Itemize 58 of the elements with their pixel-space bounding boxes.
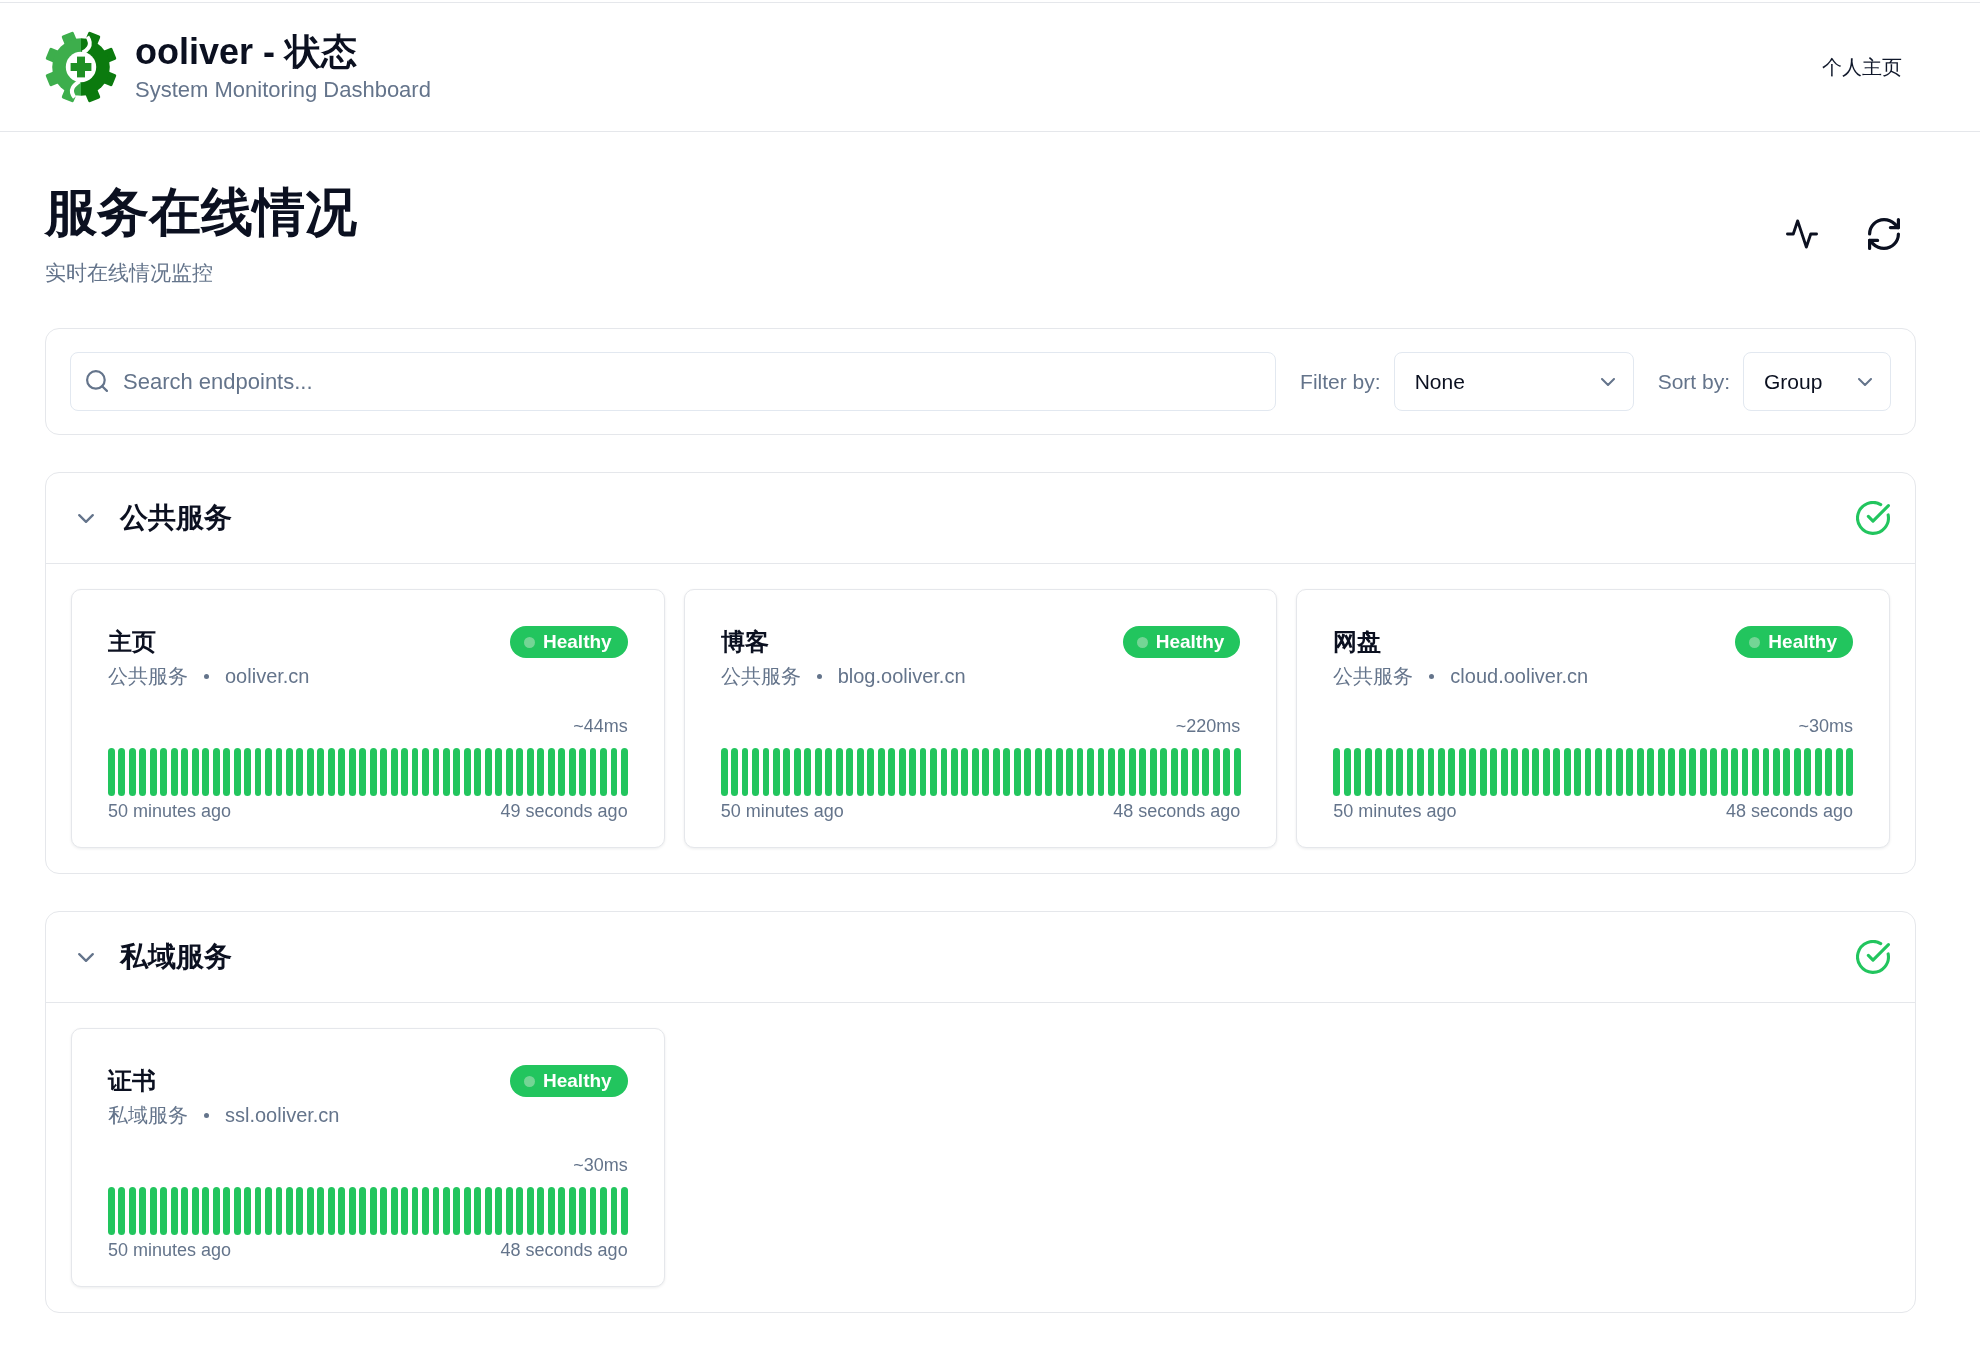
- newest-check-time: 49 seconds ago: [500, 800, 628, 823]
- chevron-down-icon: [1600, 377, 1615, 386]
- status-dot-icon: [524, 636, 535, 648]
- endpoint-group: 公共服务: [108, 662, 188, 690]
- oldest-check-time: 50 minutes ago: [108, 800, 232, 823]
- newest-check-time: 48 seconds ago: [1113, 800, 1241, 823]
- chevron-down-icon: [1858, 377, 1872, 386]
- newest-check-time: 48 seconds ago: [500, 1239, 628, 1262]
- endpoint-host: cloud.ooliver.cn: [1450, 664, 1589, 689]
- endpoint-group: 公共服务: [1333, 662, 1414, 690]
- bullet-separator-icon: [204, 1112, 209, 1118]
- endpoint-host: blog.ooliver.cn: [837, 664, 966, 689]
- search-field[interactable]: Search endpoints...: [70, 352, 1277, 411]
- endpoint-name: 博客: [720, 627, 770, 657]
- response-time: ~220ms: [1175, 715, 1241, 738]
- page-title: 服务在线情况: [45, 182, 357, 243]
- response-time: ~30ms: [573, 1154, 628, 1177]
- status-badge: Healthy: [510, 626, 628, 658]
- endpoint-name: 主页: [108, 627, 157, 657]
- endpoint-group: 公共服务: [720, 662, 801, 690]
- status-dot-icon: [1136, 636, 1148, 648]
- filter-label: Filter by:: [1300, 369, 1381, 394]
- endpoint-host: ssl.ooliver.cn: [225, 1103, 340, 1128]
- status-dot-icon: [1749, 636, 1761, 648]
- endpoint-host: ooliver.cn: [225, 664, 310, 689]
- refresh-icon[interactable]: [1868, 218, 1900, 250]
- profile-link[interactable]: 个人主页: [1822, 53, 1902, 81]
- response-time: ~44ms: [573, 715, 628, 738]
- status-badge: Healthy: [1735, 626, 1853, 658]
- group-title: 公共服务: [120, 501, 232, 535]
- group-title: 私域服务: [120, 940, 232, 974]
- oldest-check-time: 50 minutes ago: [108, 1239, 232, 1262]
- endpoint-card[interactable]: 博客 公共服务 blog.ooliver.cn Healthy ~220ms 50 minutes ago 48 seconds ago: [683, 589, 1278, 848]
- bullet-separator-icon: [1429, 673, 1435, 679]
- status-badge: Healthy: [510, 1065, 628, 1097]
- site-subtitle: System Monitoring Dashboard: [135, 75, 431, 104]
- status-dot-icon: [524, 1075, 535, 1087]
- status-badge: Healthy: [1122, 626, 1241, 658]
- endpoint-name: 网盘: [1333, 627, 1383, 657]
- bullet-separator-icon: [816, 673, 822, 679]
- search-icon: [86, 370, 108, 392]
- site-title: ooliver - 状态: [135, 30, 359, 73]
- newest-check-time: 48 seconds ago: [1725, 800, 1853, 823]
- sort-label: Sort by:: [1657, 369, 1730, 394]
- response-time: ~30ms: [1798, 715, 1853, 738]
- oldest-check-time: 50 minutes ago: [720, 800, 844, 823]
- pulse-line-icon[interactable]: [1786, 218, 1818, 250]
- gear-cross-logo-icon: [45, 31, 117, 103]
- oldest-check-time: 50 minutes ago: [1333, 800, 1457, 823]
- sort-select[interactable]: Group: [1743, 352, 1891, 411]
- endpoint-card[interactable]: 证书 私域服务 ssl.ooliver.cn Healthy ~30ms 50 minutes ago 48 seconds ago: [71, 1028, 665, 1287]
- filter-select[interactable]: None: [1393, 352, 1634, 411]
- page-subtitle: 实时在线情况监控: [45, 260, 214, 286]
- endpoint-card[interactable]: 网盘 公共服务 cloud.ooliver.cn Healthy ~30ms 50 minutes ago 48 seconds ago: [1296, 589, 1890, 848]
- endpoint-group: 私域服务: [108, 1101, 188, 1129]
- bullet-separator-icon: [204, 673, 209, 679]
- endpoint-name: 证书: [108, 1066, 157, 1096]
- endpoint-card[interactable]: 主页 公共服务 ooliver.cn Healthy ~44ms 50 minutes ago 49 seconds ago: [71, 589, 665, 848]
